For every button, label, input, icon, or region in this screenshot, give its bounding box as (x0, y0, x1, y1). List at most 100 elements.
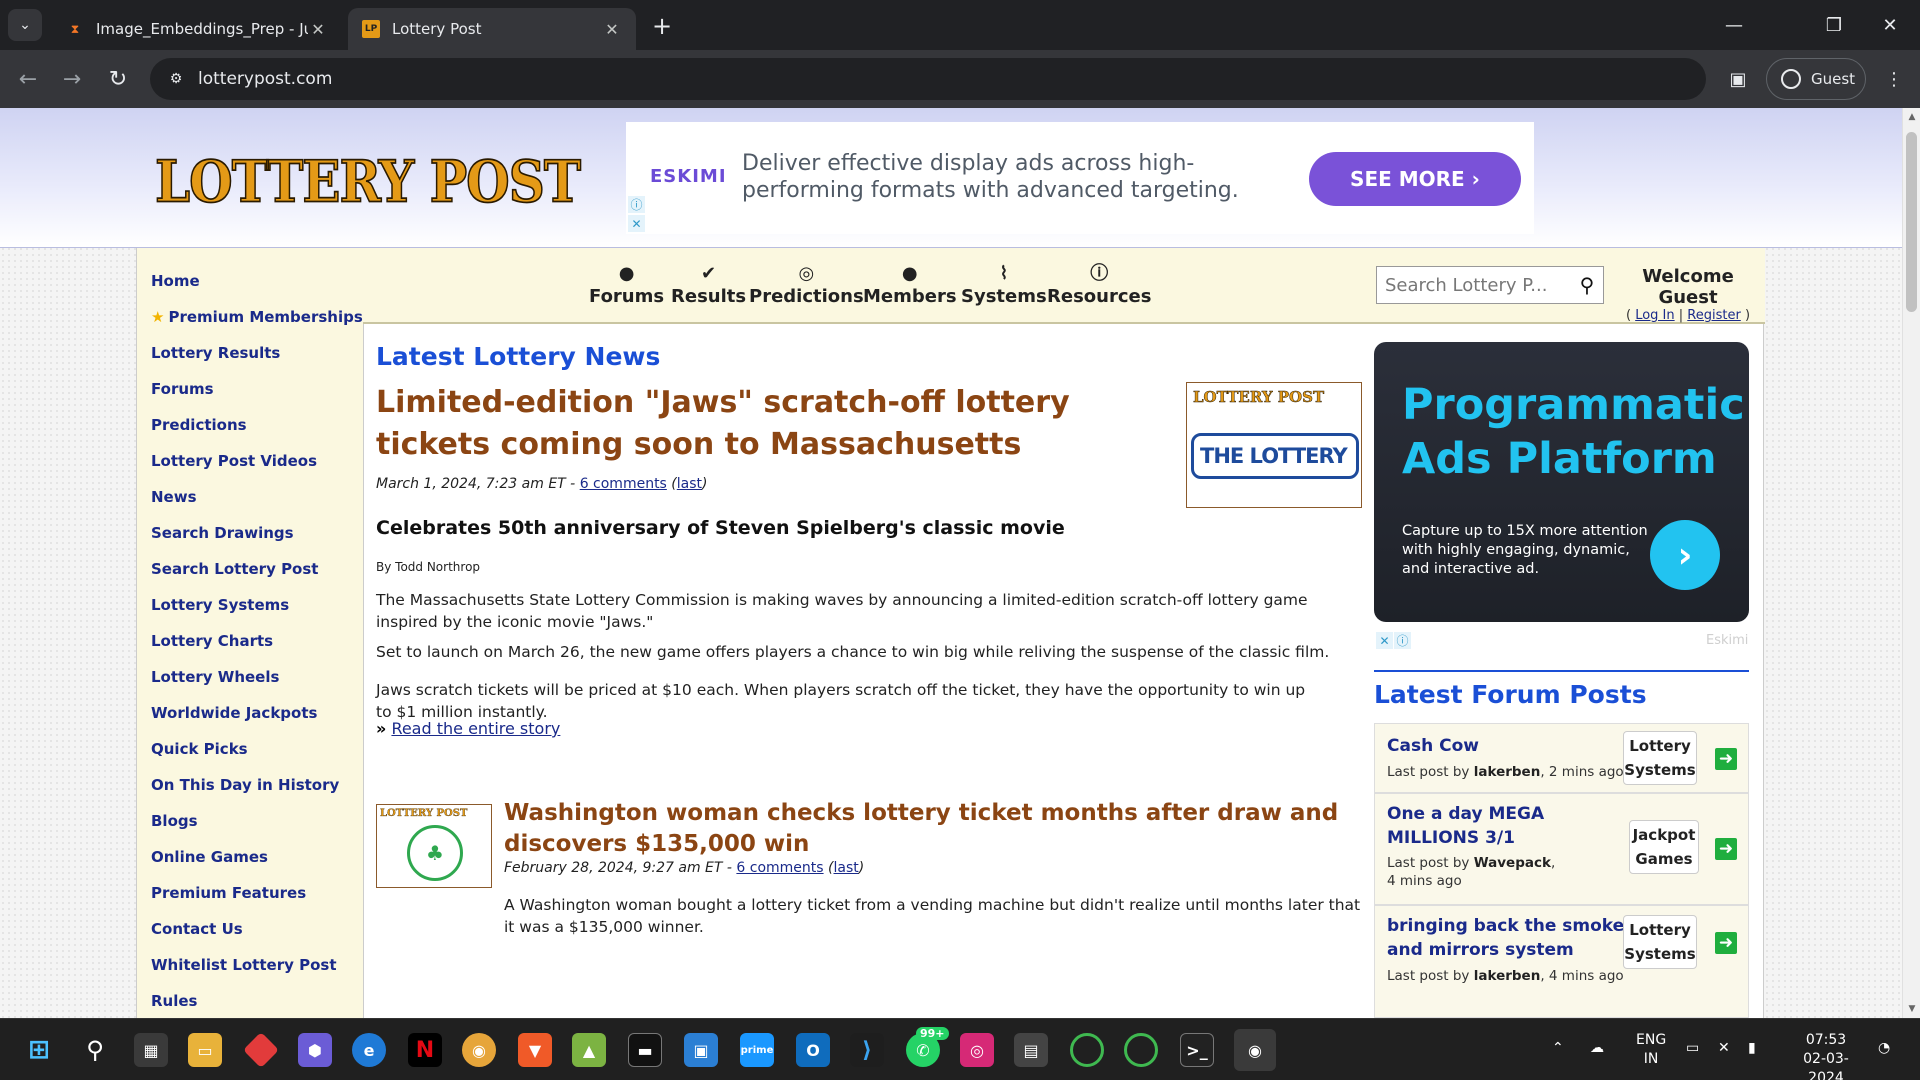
sidebar-item-rules[interactable]: Rules (151, 992, 197, 1010)
news-section-title[interactable]: Latest Lottery News (376, 342, 660, 371)
tab-lottery-post[interactable]: LP Lottery Post ✕ (348, 8, 636, 50)
feature-systems[interactable]: ⌇ Systems (961, 262, 1047, 307)
sidebar-item-on-this-day[interactable]: On This Day in History (151, 776, 339, 794)
site-info-icon[interactable]: ⚙ (156, 71, 196, 87)
comments-link[interactable]: 6 comments (736, 860, 823, 876)
forum-post-title[interactable]: bringing back the smoke and mirrors syst… (1387, 914, 1627, 962)
scroll-up-icon[interactable]: ▲ (1906, 112, 1918, 122)
edge-icon[interactable]: e (352, 1033, 386, 1067)
sidebar-item-blogs[interactable]: Blogs (151, 812, 198, 830)
cmd-icon[interactable]: >_ (1180, 1033, 1214, 1067)
app-hex-icon[interactable]: ⬢ (298, 1033, 332, 1067)
image-app-icon[interactable]: ▲ (572, 1033, 606, 1067)
forum-category-badge[interactable]: Lottery Systems (1623, 731, 1697, 785)
sidebar-item-home[interactable]: Home (151, 272, 200, 290)
ad-cta-button[interactable]: SEE MORE › (1309, 152, 1521, 206)
sidebar-item-whitelist[interactable]: Whitelist Lottery Post (151, 956, 337, 974)
back-button[interactable]: ← (12, 63, 44, 95)
sidebar-item-quick-picks[interactable]: Quick Picks (151, 740, 248, 758)
top-banner-ad[interactable]: ESKIMI Deliver effective display ads acr… (626, 122, 1534, 234)
netflix-icon[interactable]: N (408, 1033, 442, 1067)
ad-close-icon[interactable]: ✕ (628, 215, 645, 232)
prime-video-icon[interactable]: prime (740, 1033, 774, 1067)
clock[interactable]: 07:53 02-03-2024 (1786, 1031, 1866, 1080)
app-ring-icon[interactable] (1124, 1033, 1158, 1067)
page-scrollbar[interactable]: ▲ ▼ (1902, 108, 1920, 1018)
tab-jupyter[interactable]: ⧗ Image_Embeddings_Prep - Jupy ✕ (52, 8, 342, 50)
instagram-icon[interactable]: ◎ (960, 1033, 994, 1067)
feature-results[interactable]: ✔ Results (671, 262, 746, 307)
feature-members[interactable]: ● Members (863, 262, 957, 307)
sidebar-item-contact-us[interactable]: Contact Us (151, 920, 243, 938)
forward-button[interactable]: → (56, 63, 88, 95)
app-diamond-icon[interactable] (242, 1031, 280, 1069)
store-icon[interactable]: ▦ (134, 1033, 168, 1067)
start-icon[interactable]: ⊞ (22, 1033, 56, 1067)
language-indicator[interactable]: ENG IN (1636, 1031, 1666, 1069)
close-icon[interactable]: ✕ (308, 19, 328, 39)
sidebar-item-premium-features[interactable]: Premium Features (151, 884, 306, 902)
sidebar-item-lottery-results[interactable]: Lottery Results (151, 344, 280, 362)
sidebar-item-lottery-systems[interactable]: Lottery Systems (151, 596, 289, 614)
feature-predictions[interactable]: ◎ Predictions (749, 262, 864, 307)
menu-icon[interactable]: ⋮ (1878, 63, 1910, 95)
register-link[interactable]: Register (1687, 308, 1741, 323)
profile-button[interactable]: Guest (1766, 58, 1866, 100)
scroll-thumb[interactable] (1906, 132, 1917, 312)
search-icon[interactable]: ⚲ (1571, 269, 1603, 301)
login-link[interactable]: Log In (1635, 308, 1674, 323)
chrome-icon[interactable]: ◉ (462, 1033, 496, 1067)
vscode-icon[interactable]: ⟩ (850, 1033, 884, 1067)
sidebar-item-news[interactable]: News (151, 488, 197, 506)
tab-search-button[interactable]: ⌄ (8, 9, 42, 41)
ad-info-icon[interactable]: ⓘ (1394, 632, 1411, 649)
cloud-icon[interactable]: ☁ (1590, 1039, 1604, 1058)
forum-category-badge[interactable]: Lottery Systems (1623, 915, 1697, 969)
outlook-icon[interactable]: O (796, 1033, 830, 1067)
file-explorer-icon[interactable]: ▭ (188, 1033, 222, 1067)
sidebar-item-videos[interactable]: Lottery Post Videos (151, 452, 317, 470)
new-tab-button[interactable]: + (648, 12, 676, 40)
article-thumbnail[interactable]: LOTTERY POST ♣ (376, 804, 492, 888)
forum-post-title[interactable]: One a day MEGA MILLIONS 3/1 (1387, 802, 1587, 850)
terminal-icon[interactable]: ▬ (628, 1033, 662, 1067)
ad-close-icon[interactable]: ✕ (1376, 632, 1393, 649)
sidebar-item-premium-memberships[interactable]: ★ Premium Memberships (151, 308, 363, 326)
reload-button[interactable]: ↻ (102, 63, 134, 95)
forum-category-badge[interactable]: Jackpot Games (1629, 820, 1699, 874)
app-blue-icon[interactable]: ▣ (684, 1033, 718, 1067)
comments-link[interactable]: 6 comments (580, 476, 667, 492)
side-ad[interactable]: Programmatic Ads Platform Capture up to … (1374, 342, 1749, 622)
address-bar[interactable]: ⚙ lotterypost.com (150, 58, 1706, 100)
brave-icon[interactable]: ▼ (518, 1033, 552, 1067)
scroll-down-icon[interactable]: ▼ (1906, 1004, 1918, 1014)
forum-post-user[interactable]: lakerben (1474, 968, 1541, 984)
site-logo[interactable]: LOTTERY POST (154, 147, 582, 217)
minimize-button[interactable]: — (1706, 0, 1762, 50)
close-window-button[interactable]: ✕ (1862, 0, 1918, 50)
app-ring-icon[interactable] (1070, 1033, 1104, 1067)
forum-post-user[interactable]: Wavepack (1474, 855, 1551, 871)
sidebar-item-lottery-wheels[interactable]: Lottery Wheels (151, 668, 279, 686)
arrow-right-icon[interactable]: ➜ (1715, 932, 1737, 954)
last-link[interactable]: last (834, 860, 859, 876)
sidebar-item-predictions[interactable]: Predictions (151, 416, 247, 434)
notification-bell-icon[interactable]: ◔ (1878, 1039, 1890, 1058)
feature-resources[interactable]: ⓘ Resources (1047, 262, 1151, 307)
forum-section-title[interactable]: Latest Forum Posts (1374, 680, 1647, 709)
chevron-up-icon[interactable]: ⌃ (1552, 1039, 1564, 1058)
chrome-active-icon[interactable]: ◉ (1234, 1029, 1276, 1071)
search-icon[interactable]: ⚲ (78, 1033, 112, 1067)
article-headline[interactable]: Washington woman checks lottery ticket m… (504, 798, 1344, 860)
forum-post-user[interactable]: lakerben (1474, 764, 1541, 780)
arrow-right-icon[interactable]: ➜ (1715, 838, 1737, 860)
sidebar-item-search-lottery-post[interactable]: Search Lottery Post (151, 560, 318, 578)
app-window-icon[interactable]: ▤ (1014, 1033, 1048, 1067)
sidebar-item-forums[interactable]: Forums (151, 380, 214, 398)
network-icon[interactable]: ▭ (1686, 1039, 1699, 1058)
read-more-link[interactable]: Read the entire story (391, 719, 560, 738)
ad-info-icon[interactable]: ⓘ (628, 196, 645, 213)
sidebar-item-online-games[interactable]: Online Games (151, 848, 268, 866)
article-headline[interactable]: Limited-edition "Jaws" scratch-off lotte… (376, 382, 1136, 466)
feature-forums[interactable]: ● Forums (589, 262, 664, 307)
